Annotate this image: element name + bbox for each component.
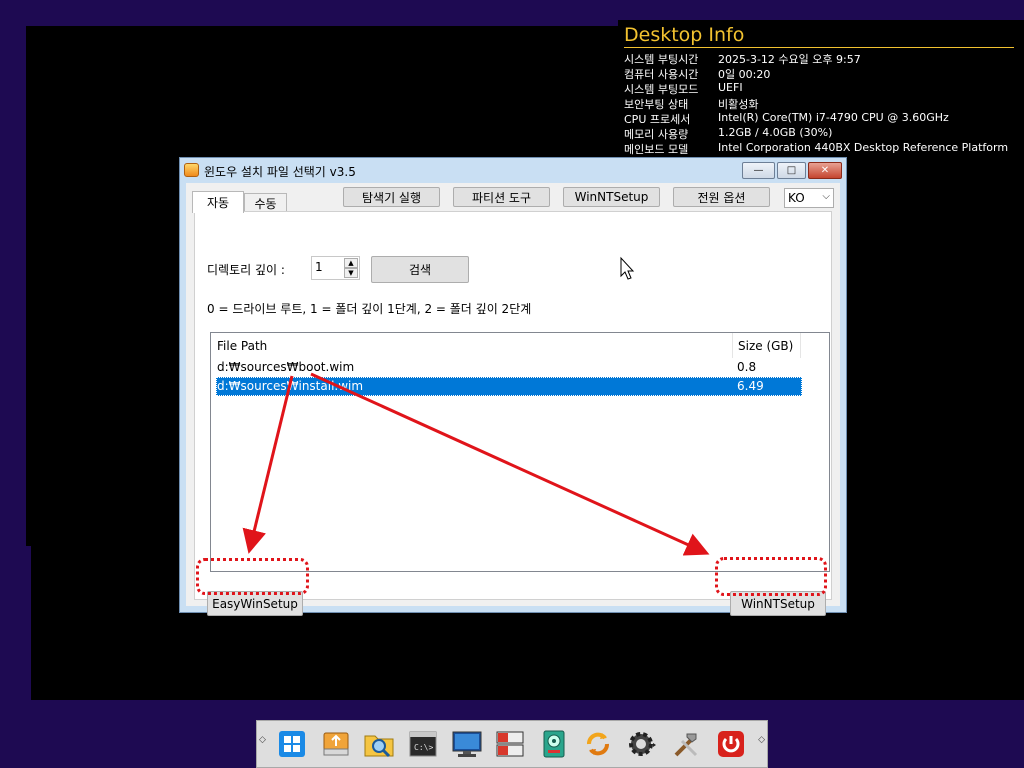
taskbar: ◇ ◇ C:\> xyxy=(256,720,768,768)
maximize-button[interactable]: □ xyxy=(777,162,806,179)
installer-selector-window: 윈도우 설치 파일 선택기 v3.5 — □ ✕ 자동 수동 탐색기 실행 파티… xyxy=(179,157,847,616)
window-title: 윈도우 설치 파일 선택기 v3.5 xyxy=(204,165,356,179)
depth-hint: 0 = 드라이브 루트, 1 = 폴더 깊이 1단계, 2 = 폴더 깊이 2단… xyxy=(207,302,532,316)
desktop-info-panel: Desktop Info 시스템 부팅시간 2025-3-12 수요일 오후 9:… xyxy=(618,20,1024,158)
stepper-down-icon[interactable]: ▼ xyxy=(344,268,358,278)
winntsetup-toolbar-button[interactable]: WinNTSetup xyxy=(563,187,660,207)
annotation-highlight-easywinsetup xyxy=(196,558,309,595)
depth-stepper[interactable]: 1 ▲ ▼ xyxy=(311,256,360,280)
column-file-path[interactable]: File Path xyxy=(211,333,732,358)
power-icon[interactable] xyxy=(716,729,746,759)
sync-icon[interactable] xyxy=(583,729,613,759)
column-size[interactable]: Size (GB) xyxy=(732,333,800,358)
list-header: File Path Size (GB) xyxy=(211,333,801,358)
settings-icon[interactable] xyxy=(627,729,657,759)
tab-auto[interactable]: 자동 xyxy=(192,191,244,213)
auto-tab-panel: 디렉토리 깊이 : 1 ▲ ▼ 검색 0 = 드라이브 루트, 1 = 폴더 깊… xyxy=(194,211,832,616)
file-list[interactable]: File Path Size (GB) d:₩sources₩boot.wim … xyxy=(210,332,830,572)
list-item-path: d:₩sources₩install.wim xyxy=(217,379,364,393)
close-button[interactable]: ✕ xyxy=(808,162,842,179)
explorer-search-icon[interactable] xyxy=(364,729,394,759)
cmd-icon[interactable]: C:\> xyxy=(408,729,438,759)
minimize-button[interactable]: — xyxy=(742,162,775,179)
taskbar-scroll-left-icon[interactable]: ◇ xyxy=(259,735,266,745)
language-value: KO xyxy=(788,191,805,205)
depth-value: 1 xyxy=(315,260,323,274)
window-client-area: 자동 수동 탐색기 실행 파티션 도구 WinNTSetup 전원 옵션 KO … xyxy=(186,183,840,616)
tools-icon[interactable] xyxy=(671,729,701,759)
list-item-size: 6.49 xyxy=(737,379,764,393)
language-select[interactable]: KO ⌵ xyxy=(784,188,834,208)
list-item[interactable]: d:₩sources₩boot.wim 0.8 xyxy=(216,358,802,377)
desktop-info-divider xyxy=(624,47,1014,48)
list-item-path: d:₩sources₩boot.wim xyxy=(217,360,355,374)
power-options-button[interactable]: 전원 옵션 xyxy=(673,187,770,207)
app-icon xyxy=(184,163,199,177)
windows-start-icon[interactable] xyxy=(277,729,307,759)
svg-text:C:\>: C:\> xyxy=(414,743,433,752)
chevron-down-icon: ⌵ xyxy=(822,191,830,202)
monitor-icon[interactable] xyxy=(452,729,482,759)
tab-manual[interactable]: 수동 xyxy=(244,193,287,213)
depth-label: 디렉토리 깊이 : xyxy=(207,263,285,277)
disk-tool-icon[interactable] xyxy=(539,729,569,759)
search-button[interactable]: 검색 xyxy=(371,256,469,283)
list-item-size: 0.8 xyxy=(737,360,757,374)
desktop-info-title: Desktop Info xyxy=(624,24,745,46)
window-titlebar[interactable]: 윈도우 설치 파일 선택기 v3.5 — □ ✕ xyxy=(180,158,846,183)
annotation-highlight-winntsetup xyxy=(715,557,827,596)
explorer-button[interactable]: 탐색기 실행 xyxy=(343,187,440,207)
partition-tool-button[interactable]: 파티션 도구 xyxy=(453,187,550,207)
stepper-up-icon[interactable]: ▲ xyxy=(344,258,358,268)
taskbar-scroll-right-icon[interactable]: ◇ xyxy=(758,735,765,745)
usb-drive-icon[interactable] xyxy=(321,729,351,759)
list-item-selected[interactable]: d:₩sources₩install.wim 6.49 xyxy=(216,377,802,396)
column-separator xyxy=(800,333,801,358)
partition-tool-icon[interactable] xyxy=(495,729,525,759)
